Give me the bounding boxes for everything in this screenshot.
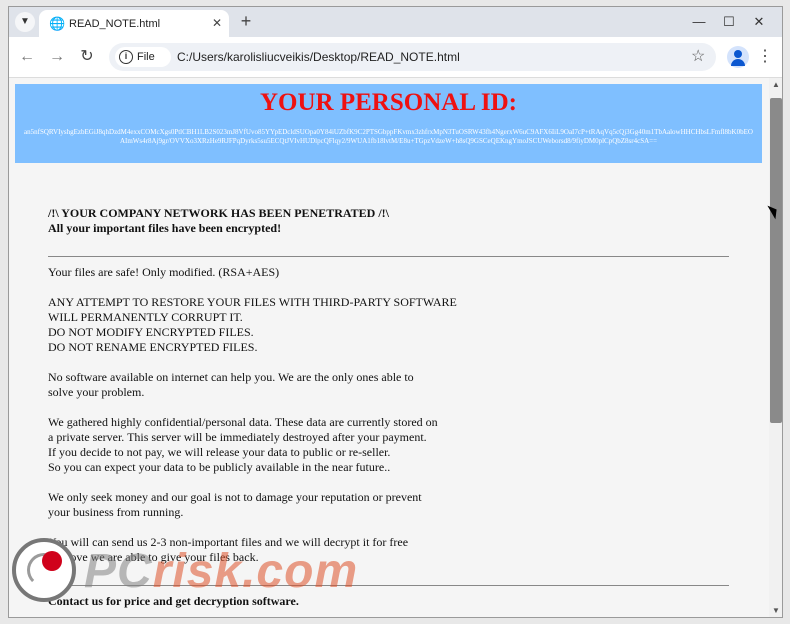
headline-1: /!\ YOUR COMPANY NETWORK HAS BEEN PENETR…	[48, 206, 390, 220]
divider	[48, 256, 729, 257]
tab-strip: ▼ 🌐 READ_NOTE.html ✕ + — ☐ ✕	[9, 7, 782, 37]
vertical-scrollbar[interactable]: ▲ ▼	[769, 78, 782, 617]
close-icon[interactable]: ✕	[744, 11, 774, 33]
note-line: WILL PERMANENTLY CORRUPT IT.	[48, 310, 243, 324]
site-info-button[interactable]: i File	[115, 47, 171, 67]
url-text[interactable]: C:/Users/karolisliucveikis/Desktop/READ_…	[177, 49, 460, 65]
note-line: No software available on internet can he…	[48, 370, 414, 384]
note-line: DO NOT MODIFY ENCRYPTED FILES.	[48, 325, 254, 339]
note-line: your business from running.	[48, 505, 184, 519]
note-line: We only seek money and our goal is not t…	[48, 490, 422, 504]
headline-2: All your important files have been encry…	[48, 221, 282, 235]
reload-icon[interactable]: ↻	[77, 47, 97, 67]
magnifier-logo-icon	[12, 538, 76, 602]
tab-read-note[interactable]: 🌐 READ_NOTE.html ✕	[39, 10, 229, 37]
note-line: So you can expect your data to be public…	[48, 460, 391, 474]
close-icon[interactable]: ✕	[209, 15, 225, 31]
note-line: If you decide to not pay, we will releas…	[48, 445, 391, 459]
browser-window: ▼ 🌐 READ_NOTE.html ✕ + — ☐ ✕ ← → ↻ i Fil…	[8, 6, 783, 618]
personal-id-text: an5nfSQRVIyshgEzbEGiJ8qhDzdM4exxCOMcXgs0…	[24, 128, 753, 145]
logo-dot	[42, 551, 62, 571]
avatar-body	[731, 59, 745, 66]
watermark-risk: risk.com	[152, 545, 359, 598]
note-line: We gathered highly confidential/personal…	[48, 415, 438, 429]
maximize-icon[interactable]: ☐	[714, 11, 744, 33]
note-line: DO NOT RENAME ENCRYPTED FILES.	[48, 340, 258, 354]
banner-title: YOUR PERSONAL ID:	[260, 89, 517, 116]
address-bar[interactable]: i File C:/Users/karolisliucveikis/Deskto…	[109, 43, 716, 71]
watermark-text: PCrisk.com	[84, 544, 358, 600]
minimize-icon[interactable]: —	[684, 11, 714, 33]
kebab-icon[interactable]: ⋮	[757, 47, 773, 67]
personal-id-banner: YOUR PERSONAL ID: an5nfSQRVIyshgEzbEGiJ8…	[15, 84, 762, 163]
arrow-right-icon[interactable]: →	[47, 47, 67, 67]
avatar-icon[interactable]	[727, 46, 749, 68]
scroll-down-icon[interactable]: ▼	[772, 606, 780, 615]
star-icon[interactable]: ☆	[691, 47, 705, 67]
tab-title: READ_NOTE.html	[69, 18, 161, 30]
note-line: ANY ATTEMPT TO RESTORE YOUR FILES WITH T…	[48, 295, 457, 309]
globe-icon: 🌐	[49, 16, 66, 31]
arrow-left-icon[interactable]: ←	[17, 47, 37, 67]
chevron-down-icon[interactable]: ▼	[15, 12, 35, 32]
note-line: solve your problem.	[48, 385, 145, 399]
avatar-head	[734, 50, 742, 58]
browser-toolbar: ← → ↻ i File C:/Users/karolisliucveikis/…	[9, 37, 782, 78]
site-info-label: File	[137, 51, 155, 63]
plus-icon[interactable]: +	[235, 10, 257, 32]
scrollbar-thumb[interactable]	[770, 98, 782, 423]
info-icon: i	[119, 50, 133, 64]
scroll-up-icon[interactable]: ▲	[772, 80, 780, 89]
note-line: a private server. This server will be im…	[48, 430, 427, 444]
watermark-pc: PC	[84, 545, 153, 598]
pcrisk-watermark: PCrisk.com	[12, 528, 452, 618]
note-line: Your files are safe! Only modified. (RSA…	[48, 265, 280, 279]
